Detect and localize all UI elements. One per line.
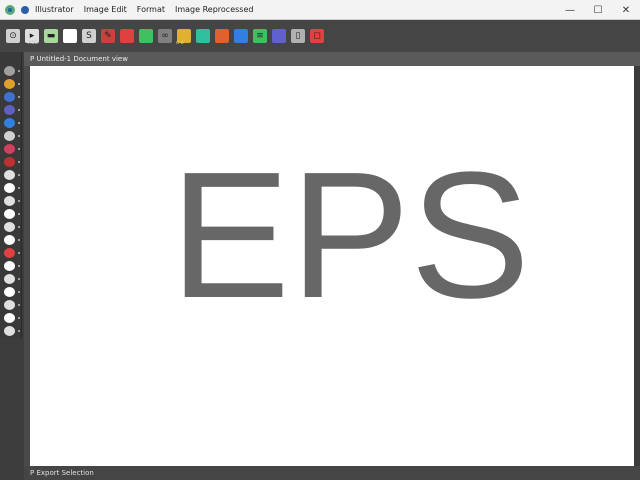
export-icon[interactable]: ◻ bbox=[310, 29, 324, 43]
brush-icon[interactable]: ✎ bbox=[101, 29, 115, 43]
bucket-icon[interactable] bbox=[120, 29, 134, 43]
canvas-text: EPS bbox=[170, 135, 531, 336]
tool-indicator-dot bbox=[18, 148, 20, 150]
tag-icon[interactable] bbox=[196, 29, 210, 43]
title-bar: Illustrator Image Edit Format Image Repr… bbox=[0, 0, 640, 20]
tool-indicator-dot bbox=[18, 291, 20, 293]
tool-indicator-dot bbox=[18, 174, 20, 176]
text-icon[interactable] bbox=[4, 209, 15, 219]
foreground-color-icon[interactable] bbox=[4, 313, 15, 323]
tool-indicator-dot bbox=[18, 122, 20, 124]
tool-indicator-dot bbox=[18, 109, 20, 111]
tool-indicator-dot bbox=[18, 213, 20, 215]
status-bar: P Export Selection bbox=[24, 466, 640, 480]
toolbar-sublabel: o o bbox=[176, 40, 184, 46]
rectangle-icon[interactable] bbox=[63, 29, 77, 43]
document-window: P Untitled-1 Document view EPS P Export … bbox=[24, 52, 640, 480]
menu-item[interactable]: Image Reprocessed bbox=[175, 5, 253, 14]
tool-indicator-dot bbox=[18, 317, 20, 319]
smudge-icon[interactable] bbox=[4, 170, 15, 180]
menu-item[interactable]: Format bbox=[137, 5, 165, 14]
maximize-icon[interactable]: ☐ bbox=[584, 0, 612, 20]
app-secondary-icon bbox=[21, 5, 29, 14]
eraser-icon[interactable] bbox=[4, 144, 15, 154]
tool-indicator-dot bbox=[18, 96, 20, 98]
split-icon[interactable]: ▯ bbox=[291, 29, 305, 43]
crop-icon[interactable] bbox=[4, 222, 15, 232]
lasso-icon[interactable]: S bbox=[82, 29, 96, 43]
menu-item[interactable]: Image Edit bbox=[84, 5, 127, 14]
main-toolbar: ⊙ ▸ ▬ S ✎ ∞ ≡ ▯ ◻ bbox=[0, 20, 640, 52]
tool-indicator-dot bbox=[18, 70, 20, 72]
ellipse-icon[interactable] bbox=[4, 274, 15, 284]
link-icon[interactable]: ∞ bbox=[158, 29, 172, 43]
blur-icon[interactable] bbox=[4, 183, 15, 193]
tool-indicator-dot bbox=[18, 161, 20, 163]
vertical-scrollbar[interactable] bbox=[634, 66, 640, 466]
document-icon[interactable] bbox=[215, 29, 229, 43]
eyedropper-icon[interactable] bbox=[4, 235, 15, 245]
tool-indicator-dot bbox=[18, 265, 20, 267]
toolbar-sublabel: ABS bbox=[28, 40, 38, 46]
tool-indicator-dot bbox=[18, 330, 20, 332]
measure-icon[interactable] bbox=[4, 300, 15, 310]
minimize-icon[interactable]: — bbox=[556, 0, 584, 20]
grid-icon[interactable] bbox=[272, 29, 286, 43]
pen-icon[interactable] bbox=[4, 92, 15, 102]
zoom-icon[interactable] bbox=[4, 261, 15, 271]
tool-indicator-dot bbox=[18, 226, 20, 228]
tool-indicator-dot bbox=[18, 278, 20, 280]
move-icon[interactable] bbox=[4, 79, 15, 89]
app-logo-icon bbox=[5, 4, 15, 15]
hand-icon[interactable] bbox=[4, 66, 15, 76]
menu-item[interactable]: Illustrator bbox=[35, 5, 74, 14]
tool-indicator-dot bbox=[18, 187, 20, 189]
select-icon[interactable]: ⊙ bbox=[6, 29, 20, 43]
document-tab-title[interactable]: P Untitled-1 Document view bbox=[24, 52, 640, 66]
pencil-icon[interactable] bbox=[4, 131, 15, 141]
node-icon[interactable] bbox=[4, 105, 15, 115]
dodge-icon[interactable] bbox=[4, 196, 15, 206]
window-controls: — ☐ ✕ bbox=[556, 0, 640, 20]
tool-indicator-dot bbox=[18, 135, 20, 137]
tool-indicator-dot bbox=[18, 239, 20, 241]
tool-indicator-dot bbox=[18, 200, 20, 202]
tool-panel bbox=[0, 52, 22, 338]
tool-indicator-dot bbox=[18, 252, 20, 254]
fill-icon[interactable] bbox=[4, 118, 15, 128]
tool-indicator-dot bbox=[18, 83, 20, 85]
background-color-icon[interactable] bbox=[4, 326, 15, 336]
gradient-icon[interactable] bbox=[4, 248, 15, 258]
image-icon[interactable]: ▬ bbox=[44, 29, 58, 43]
menu-bar: Illustrator Image Edit Format Image Repr… bbox=[35, 5, 253, 14]
page-icon[interactable] bbox=[234, 29, 248, 43]
close-icon[interactable]: ✕ bbox=[612, 0, 640, 20]
tool-indicator-dot bbox=[18, 304, 20, 306]
shape-icon[interactable] bbox=[139, 29, 153, 43]
layers-icon[interactable]: ≡ bbox=[253, 29, 267, 43]
stamp-icon[interactable] bbox=[4, 157, 15, 167]
line-icon[interactable] bbox=[4, 287, 15, 297]
canvas[interactable]: EPS bbox=[30, 66, 634, 466]
